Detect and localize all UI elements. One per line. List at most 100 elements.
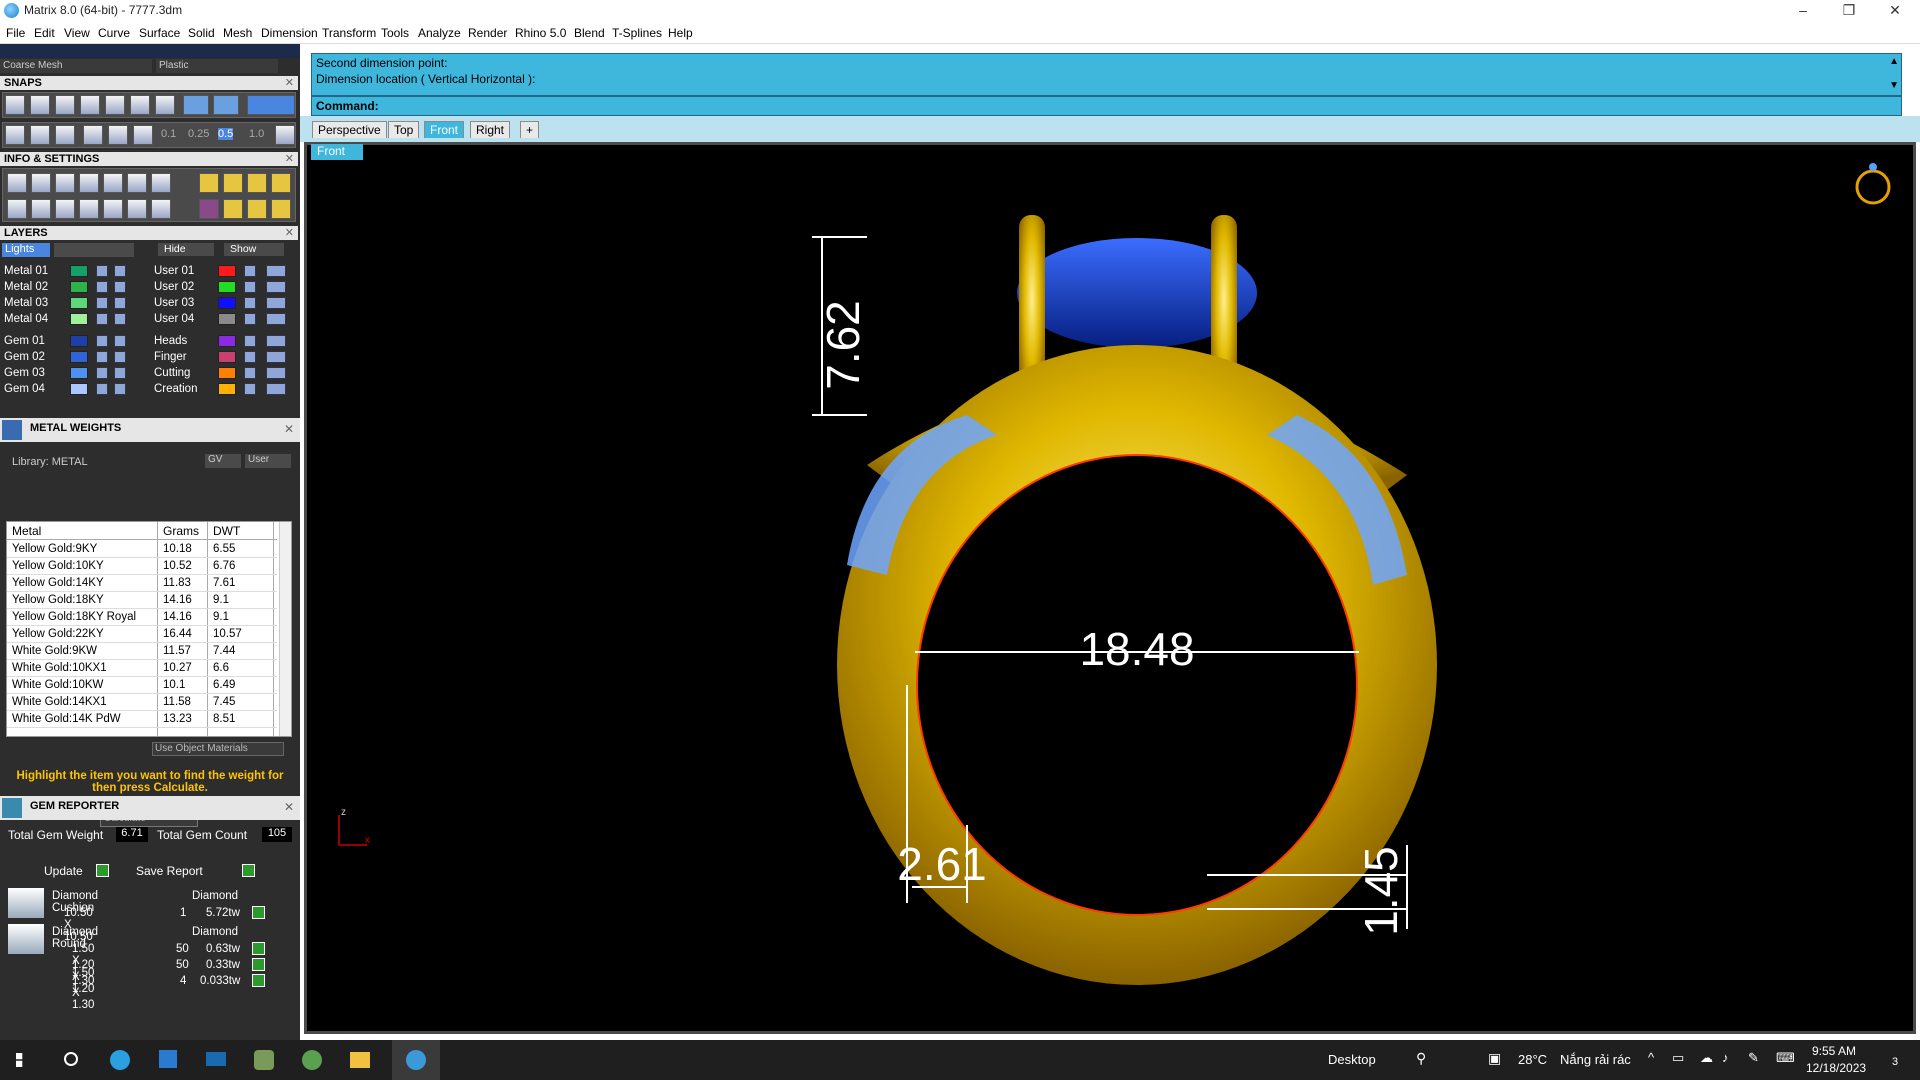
layer-color[interactable] (70, 383, 88, 395)
menu-analyze[interactable]: Analyze (418, 26, 461, 40)
toggle-icon[interactable] (266, 313, 286, 325)
render-icon[interactable] (199, 173, 219, 193)
layer-row[interactable]: Metal 01 (0, 264, 148, 279)
save-report-button[interactable]: Save Report (136, 864, 203, 878)
table-row[interactable]: Yellow Gold:9KY 10.18 6.55 (7, 541, 277, 558)
close-icon[interactable]: ✕ (284, 422, 294, 436)
panel-icon[interactable] (79, 199, 99, 219)
close-icon[interactable]: ✕ (285, 76, 294, 90)
lock-icon[interactable] (244, 367, 256, 379)
command-line[interactable]: Command: (311, 96, 1902, 116)
nodes-icon[interactable] (127, 199, 147, 219)
menu-blend[interactable]: Blend (574, 26, 605, 40)
clock-date[interactable]: 12/18/2023 (1806, 1061, 1866, 1075)
ring-icon[interactable] (247, 199, 267, 219)
lock-icon[interactable] (96, 351, 108, 363)
snap-mid-icon[interactable] (105, 95, 125, 115)
menu-mesh[interactable]: Mesh (223, 26, 252, 40)
tab-add[interactable]: + (520, 121, 540, 138)
layer-color[interactable] (70, 367, 88, 379)
dim-head-height[interactable]: 7.62 (817, 300, 869, 390)
menu-view[interactable]: View (64, 26, 90, 40)
prong-icon[interactable] (223, 199, 243, 219)
weather-text[interactable]: Nắng rải rác (1560, 1052, 1631, 1067)
use-object-materials-checkbox[interactable]: Use Object Materials (152, 742, 284, 756)
lock-icon[interactable] (96, 265, 108, 277)
lock-icon[interactable] (244, 335, 256, 347)
layer-row[interactable]: Gem 02 (0, 350, 148, 365)
menu-edit[interactable]: Edit (34, 26, 55, 40)
user-button[interactable]: User (245, 454, 291, 468)
column-header[interactable]: Grams (163, 524, 199, 538)
layer-row[interactable]: User 02 (150, 280, 298, 295)
layer-row[interactable]: Metal 04 (0, 312, 148, 327)
snap-cen-icon[interactable] (130, 95, 150, 115)
toggle-icon[interactable] (266, 297, 286, 309)
folder-icon[interactable] (336, 1040, 384, 1080)
edge-icon[interactable] (96, 1040, 144, 1080)
layer-color[interactable] (218, 297, 236, 309)
store-icon[interactable] (144, 1040, 192, 1080)
menu-tsplines[interactable]: T-Splines (612, 26, 662, 40)
menu-render[interactable]: Render (468, 26, 507, 40)
matrix-app-icon[interactable] (392, 1040, 440, 1080)
close-icon[interactable]: ✕ (285, 226, 294, 240)
ring-navigator-icon[interactable] (1855, 169, 1891, 205)
snap-planar-icon[interactable] (213, 95, 239, 115)
monitor-icon[interactable] (31, 199, 51, 219)
tab-top[interactable]: Top (388, 121, 420, 138)
mesh-mode-select[interactable]: Coarse Mesh (0, 59, 152, 73)
box-icon[interactable] (79, 173, 99, 193)
tool-icon[interactable] (271, 199, 291, 219)
snap-value-4[interactable]: 1.0 (249, 128, 264, 140)
hide-button[interactable]: Hide (158, 243, 214, 256)
device-icon[interactable] (103, 173, 123, 193)
toggle-icon[interactable] (114, 265, 126, 277)
lock-icon[interactable] (96, 367, 108, 379)
layer-row[interactable]: Metal 02 (0, 280, 148, 295)
close-icon[interactable]: ✕ (284, 800, 294, 814)
close-button[interactable]: ✕ (1872, 0, 1918, 22)
windows-start-icon[interactable] (0, 1040, 48, 1080)
maximize-button[interactable]: ❐ (1826, 0, 1872, 22)
table-row[interactable]: Yellow Gold:10KY 10.52 6.76 (7, 558, 277, 575)
show-button[interactable]: Show (224, 243, 284, 256)
filter-icon[interactable] (103, 199, 123, 219)
toggle-icon[interactable] (114, 281, 126, 293)
toggle-icon[interactable] (114, 383, 126, 395)
update-go-icon[interactable] (96, 864, 109, 877)
render2-icon[interactable] (223, 173, 243, 193)
lock-icon[interactable] (244, 313, 256, 325)
tab-perspective[interactable]: Perspective (312, 121, 387, 138)
snap-point-icon[interactable] (55, 95, 75, 115)
chrome-icon[interactable] (288, 1040, 336, 1080)
layer-row[interactable]: Finger (150, 350, 298, 365)
tab-right[interactable]: Right (470, 121, 511, 138)
material-select[interactable]: Plastic (156, 59, 278, 73)
toggle-icon[interactable] (114, 313, 126, 325)
lights-controls[interactable] (54, 243, 134, 257)
move-icon[interactable] (133, 125, 153, 145)
table-row[interactable]: White Gold:10KX1 10.27 6.6 (7, 660, 277, 677)
layer-row[interactable]: Gem 01 (0, 334, 148, 349)
app-icon[interactable] (240, 1040, 288, 1080)
table-row[interactable]: Yellow Gold:18KY Royal 14.16 9.1 (7, 609, 277, 626)
layer-color[interactable] (218, 335, 236, 347)
snap-toggle-icon[interactable] (247, 95, 295, 115)
pen-icon[interactable]: ✎ (1748, 1050, 1759, 1066)
layer-color[interactable] (70, 313, 88, 325)
lock-icon[interactable] (244, 265, 256, 277)
lock-icon[interactable] (96, 313, 108, 325)
snap-grid-icon[interactable] (5, 95, 25, 115)
layer-row[interactable]: Gem 03 (0, 366, 148, 381)
toggle-icon[interactable] (266, 281, 286, 293)
volume-icon[interactable]: ♪ (1722, 1050, 1729, 1065)
layer-color[interactable] (70, 297, 88, 309)
dim-shank-thickness[interactable]: 1.45 (1355, 846, 1407, 936)
lock-icon[interactable] (96, 335, 108, 347)
layer-row[interactable]: Cutting (150, 366, 298, 381)
menu-curve[interactable]: Curve (98, 26, 130, 40)
lock-icon[interactable] (244, 351, 256, 363)
cube2-icon[interactable] (55, 199, 75, 219)
tab-front[interactable]: Front (424, 121, 465, 138)
